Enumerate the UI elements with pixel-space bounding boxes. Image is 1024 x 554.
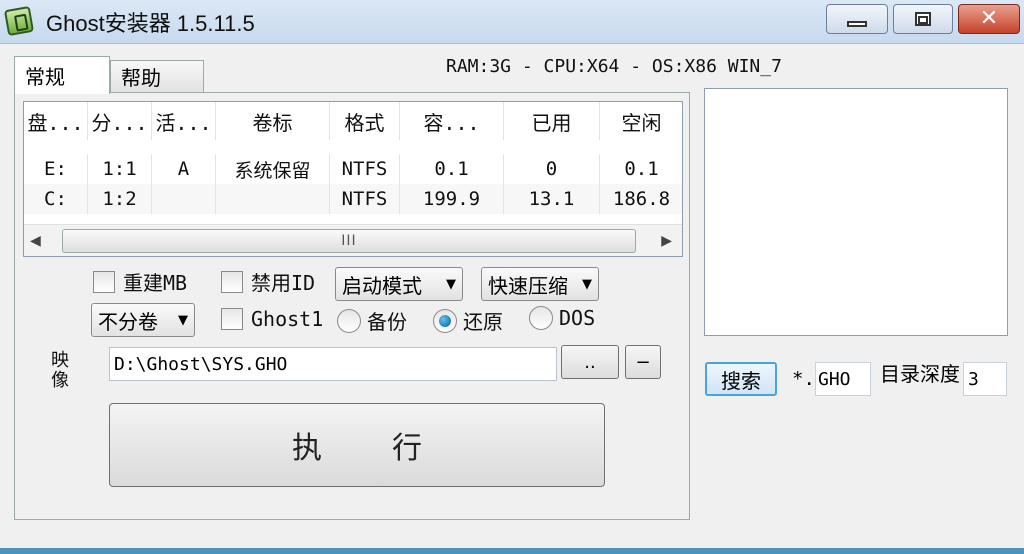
image-path-input[interactable]: D:\Ghost\SYS.GHO: [109, 347, 557, 381]
close-icon: ✕: [979, 6, 999, 31]
column-header-capacity[interactable]: 容...: [400, 102, 504, 140]
dos-radio[interactable]: DOS: [529, 306, 595, 330]
table-cell: [216, 184, 330, 214]
table-cell: NTFS: [330, 184, 400, 214]
extension-prefix: *.: [792, 368, 815, 390]
column-header-drive[interactable]: 盘...: [24, 102, 88, 140]
column-header-active[interactable]: 活...: [152, 102, 216, 140]
general-panel: 盘... 分... 活... 卷标 格式 容... 已用 空闲 E: 1:1 A…: [14, 92, 690, 520]
dos-label: DOS: [559, 306, 596, 330]
chevron-down-icon: ▼: [446, 276, 456, 292]
browse-button[interactable]: ..: [561, 345, 619, 379]
backup-radio[interactable]: 备份: [337, 306, 407, 335]
radio-circle[interactable]: [433, 308, 457, 333]
table-cell: C:: [24, 184, 88, 214]
scroll-thumb[interactable]: III: [62, 229, 636, 253]
app-icon: [3, 5, 35, 37]
search-button[interactable]: 搜索: [705, 362, 777, 396]
scroll-left-icon[interactable]: ◀: [30, 233, 41, 249]
backup-label: 备份: [367, 310, 407, 334]
table-cell: A: [152, 154, 216, 184]
system-info: RAM:3G - CPU:X64 - OS:X86 WIN_7: [446, 56, 782, 77]
checkbox-box[interactable]: [221, 308, 243, 330]
remove-button[interactable]: −: [625, 345, 661, 379]
table-row[interactable]: C: 1:2 NTFS 199.9 13.1 186.8: [24, 184, 682, 214]
minimize-icon: [847, 21, 867, 27]
table-cell: NTFS: [330, 154, 400, 184]
checkbox-box[interactable]: [93, 270, 115, 293]
rebuild-mbr-checkbox[interactable]: 重建MB: [93, 267, 187, 296]
table-cell: [152, 184, 216, 214]
disable-id-checkbox[interactable]: 禁用ID: [221, 267, 315, 296]
boot-mode-select[interactable]: 启动模式 ▼: [335, 267, 463, 301]
window-title: Ghost安装器 1.5.11.5: [46, 11, 255, 36]
compression-value: 快速压缩: [488, 273, 568, 298]
table-cell: 1:2: [88, 184, 152, 214]
grip-icon: III: [341, 233, 357, 249]
maximize-button[interactable]: [893, 4, 953, 34]
chevron-down-icon: ▼: [178, 312, 188, 328]
horizontal-scrollbar[interactable]: ◀ III ▶: [24, 224, 682, 256]
boot-mode-value: 启动模式: [342, 273, 422, 298]
chevron-down-icon: ▼: [582, 276, 592, 292]
scroll-right-icon[interactable]: ▶: [661, 233, 672, 249]
table-cell: 0: [504, 154, 600, 184]
split-select[interactable]: 不分卷 ▼: [91, 303, 195, 337]
table-row[interactable]: E: 1:1 A 系统保留 NTFS 0.1 0 0.1: [24, 154, 682, 184]
tab-help[interactable]: 帮助: [110, 60, 204, 92]
window-bottom-border: [0, 548, 1024, 554]
column-header-partition[interactable]: 分...: [88, 102, 152, 140]
title-bar[interactable]: Ghost安装器 1.5.11.5 ✕: [0, 0, 1024, 44]
extension-input[interactable]: GHO: [815, 362, 871, 396]
radio-circle[interactable]: [529, 306, 553, 330]
checkbox-box[interactable]: [221, 270, 243, 293]
table-cell: 1:1: [88, 154, 152, 184]
close-button[interactable]: ✕: [958, 4, 1020, 34]
table-cell: 系统保留: [216, 154, 330, 184]
table-cell: E:: [24, 154, 88, 184]
column-header-used[interactable]: 已用: [504, 102, 600, 140]
split-value: 不分卷: [98, 309, 158, 334]
disable-id-label: 禁用ID: [251, 271, 316, 295]
radio-circle[interactable]: [337, 308, 361, 333]
minimize-button[interactable]: [826, 4, 888, 34]
search-result-list[interactable]: [704, 88, 1008, 336]
partition-list-header: 盘... 分... 活... 卷标 格式 容... 已用 空闲: [24, 102, 682, 140]
compression-select[interactable]: 快速压缩 ▼: [481, 267, 599, 301]
restore-label: 还原: [463, 310, 503, 334]
column-header-free[interactable]: 空闲: [600, 102, 682, 140]
execute-button[interactable]: 执行: [109, 403, 605, 487]
ghost1-label: Ghost1: [251, 307, 324, 331]
column-header-label[interactable]: 卷标: [216, 102, 330, 140]
image-label: 映像: [51, 350, 69, 391]
table-cell: 0.1: [600, 154, 682, 184]
ghost1-checkbox[interactable]: Ghost1: [221, 307, 323, 331]
partition-list[interactable]: 盘... 分... 活... 卷标 格式 容... 已用 空闲 E: 1:1 A…: [23, 101, 683, 257]
table-cell: 0.1: [400, 154, 504, 184]
rebuild-mbr-label: 重建MB: [123, 271, 188, 295]
depth-label: 目录深度: [880, 362, 960, 386]
tab-general[interactable]: 常规: [14, 56, 110, 94]
depth-input[interactable]: 3: [963, 362, 1007, 396]
table-cell: 199.9: [400, 184, 504, 214]
restore-icon: [915, 12, 931, 26]
table-cell: 13.1: [504, 184, 600, 214]
radio-selected-dot: [439, 314, 451, 327]
table-cell: 186.8: [600, 184, 682, 214]
restore-radio[interactable]: 还原: [433, 306, 503, 335]
column-header-format[interactable]: 格式: [330, 102, 400, 140]
